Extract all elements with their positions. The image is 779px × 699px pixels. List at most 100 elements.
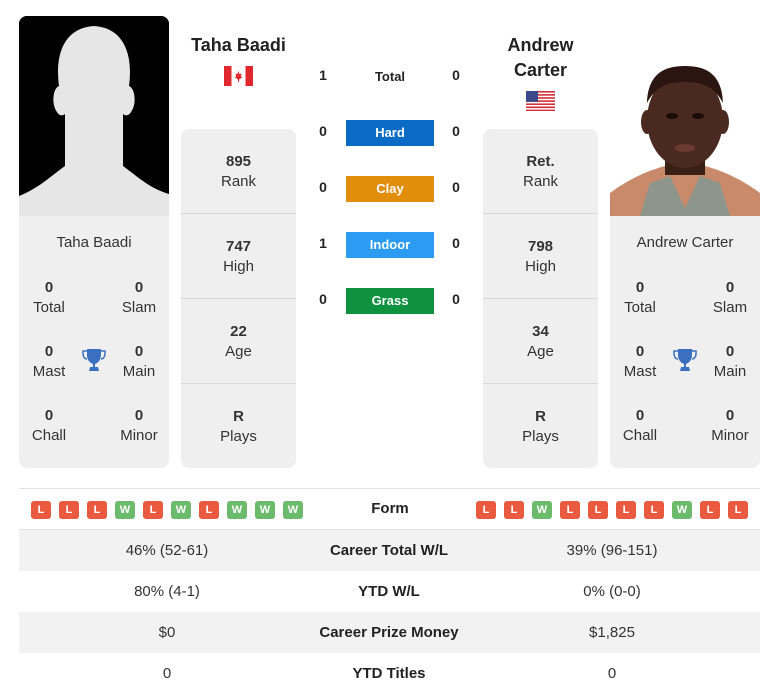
titles-slam-label: Slam bbox=[121, 299, 157, 316]
age-value: 22 bbox=[230, 323, 247, 340]
stat-right-value: 39% (96-151) bbox=[566, 542, 658, 559]
form-badge-loss[interactable]: L bbox=[87, 501, 107, 519]
plays-cell: R Plays bbox=[181, 384, 296, 469]
plays-cell: R Plays bbox=[483, 384, 598, 469]
high-label: High bbox=[525, 258, 556, 275]
stat-label: Career Total W/L bbox=[329, 542, 449, 559]
high-value: 747 bbox=[225, 238, 252, 255]
stat-left-value: 46% (52-61) bbox=[125, 542, 209, 559]
titles-mast: 0 Mast bbox=[610, 342, 670, 382]
titles-minor: 0 Minor bbox=[109, 406, 169, 446]
form-badge-win[interactable]: W bbox=[532, 501, 552, 519]
titles-chall-label: Chall bbox=[31, 427, 67, 444]
titles-chall: 0 Chall bbox=[610, 406, 670, 446]
form-badge-loss[interactable]: L bbox=[31, 501, 51, 519]
titles-main: 0 Main bbox=[700, 342, 760, 382]
form-badge-win[interactable]: W bbox=[255, 501, 275, 519]
h2h-hard-right: 0 bbox=[452, 123, 460, 139]
titles-minor: 0 Minor bbox=[700, 406, 760, 446]
plays-label: Plays bbox=[220, 428, 257, 445]
titles-mast-value: 0 bbox=[635, 343, 645, 360]
titles-minor-value: 0 bbox=[134, 407, 144, 424]
player-left-name-text[interactable]: Taha Baadi bbox=[191, 35, 286, 55]
h2h-indoor-left: 1 bbox=[319, 235, 327, 251]
titles-slam-value: 0 bbox=[134, 279, 144, 296]
form-badge-win[interactable]: W bbox=[672, 501, 692, 519]
titles-main-label: Main bbox=[713, 363, 747, 380]
titles-total-label: Total bbox=[624, 299, 656, 316]
player-right-titles-card: Andrew Carter 0 Total 0 Slam 0 Mast 0 Main 0… bbox=[610, 216, 760, 468]
player-right-card-name: Andrew Carter bbox=[636, 234, 734, 251]
high-cell: 798 High bbox=[483, 214, 598, 299]
titles-mast-label: Mast bbox=[32, 363, 66, 380]
titles-total: 0 Total bbox=[610, 278, 670, 318]
form-badge-loss[interactable]: L bbox=[700, 501, 720, 519]
surface-hard-badge[interactable]: Hard bbox=[346, 120, 434, 146]
player-right-name-line2[interactable]: Carter bbox=[483, 58, 598, 83]
rank-value: Ret. bbox=[526, 153, 555, 170]
form-badge-loss[interactable]: L bbox=[588, 501, 608, 519]
stat-label: YTD W/L bbox=[358, 583, 420, 600]
titles-main-label: Main bbox=[122, 363, 156, 380]
plays-label: Plays bbox=[522, 428, 559, 445]
form-badge-loss[interactable]: L bbox=[560, 501, 580, 519]
player-left-titles-card: Taha Baadi 0 Total 0 Slam 0 Mast 0 Main 0 Cha… bbox=[19, 216, 169, 468]
h2h-clay-right: 0 bbox=[452, 179, 460, 195]
trophy-icon bbox=[82, 349, 106, 371]
usa-flag-icon bbox=[526, 91, 555, 111]
player-right-name[interactable]: Andrew Carter bbox=[483, 33, 598, 83]
stat-label: Career Prize Money bbox=[319, 624, 459, 641]
trophy-icon bbox=[673, 349, 697, 371]
titles-chall-value: 0 bbox=[44, 407, 54, 424]
age-value: 34 bbox=[532, 323, 549, 340]
form-badge-win[interactable]: W bbox=[283, 501, 303, 519]
form-badge-loss[interactable]: L bbox=[644, 501, 664, 519]
surface-clay-badge[interactable]: Clay bbox=[346, 176, 434, 202]
form-badge-loss[interactable]: L bbox=[476, 501, 496, 519]
titles-chall-label: Chall bbox=[622, 427, 658, 444]
player-right-photo bbox=[610, 58, 760, 216]
titles-chall: 0 Chall bbox=[19, 406, 79, 446]
form-badge-loss[interactable]: L bbox=[59, 501, 79, 519]
titles-main-value: 0 bbox=[725, 343, 735, 360]
player-left-ranking-card: 895 Rank 747 High 22 Age R Plays bbox=[181, 129, 296, 468]
titles-main: 0 Main bbox=[109, 342, 169, 382]
stat-left-value: 80% (4-1) bbox=[134, 583, 200, 600]
h2h-grass-left: 0 bbox=[319, 291, 327, 307]
form-badge-loss[interactable]: L bbox=[616, 501, 636, 519]
h2h-indoor-right: 0 bbox=[452, 235, 460, 251]
h2h-total-right: 0 bbox=[452, 67, 460, 83]
h2h-grass-right: 0 bbox=[452, 291, 460, 307]
age-label: Age bbox=[225, 343, 252, 360]
rank-label: Rank bbox=[220, 173, 257, 190]
player-left-name[interactable]: Taha Baadi bbox=[181, 33, 296, 58]
form-badge-loss[interactable]: L bbox=[143, 501, 163, 519]
form-badge-loss[interactable]: L bbox=[504, 501, 524, 519]
silhouette-icon bbox=[19, 16, 169, 216]
form-badge-win[interactable]: W bbox=[227, 501, 247, 519]
form-badge-win[interactable]: W bbox=[171, 501, 191, 519]
surface-indoor-badge[interactable]: Indoor bbox=[346, 232, 434, 258]
rank-value: 895 bbox=[225, 153, 252, 170]
divider bbox=[19, 488, 760, 489]
form-badge-win[interactable]: W bbox=[115, 501, 135, 519]
h2h-total-left: 1 bbox=[319, 67, 327, 83]
stat-label: YTD Titles bbox=[352, 665, 426, 682]
age-cell: 34 Age bbox=[483, 299, 598, 384]
high-label: High bbox=[223, 258, 254, 275]
high-value: 798 bbox=[527, 238, 554, 255]
titles-total: 0 Total bbox=[19, 278, 79, 318]
rank-label: Rank bbox=[522, 173, 559, 190]
plays-value: R bbox=[535, 408, 546, 425]
player-right-ranking-card: Ret. Rank 798 High 34 Age R Plays bbox=[483, 129, 598, 468]
titles-chall-value: 0 bbox=[635, 407, 645, 424]
player-right-name-line1[interactable]: Andrew bbox=[483, 33, 598, 58]
form-badge-loss[interactable]: L bbox=[199, 501, 219, 519]
form-badge-loss[interactable]: L bbox=[728, 501, 748, 519]
titles-slam: 0 Slam bbox=[109, 278, 169, 318]
age-label: Age bbox=[527, 343, 554, 360]
titles-total-value: 0 bbox=[44, 279, 54, 296]
surface-grass-badge[interactable]: Grass bbox=[346, 288, 434, 314]
h2h-clay-left: 0 bbox=[319, 179, 327, 195]
titles-total-value: 0 bbox=[635, 279, 645, 296]
